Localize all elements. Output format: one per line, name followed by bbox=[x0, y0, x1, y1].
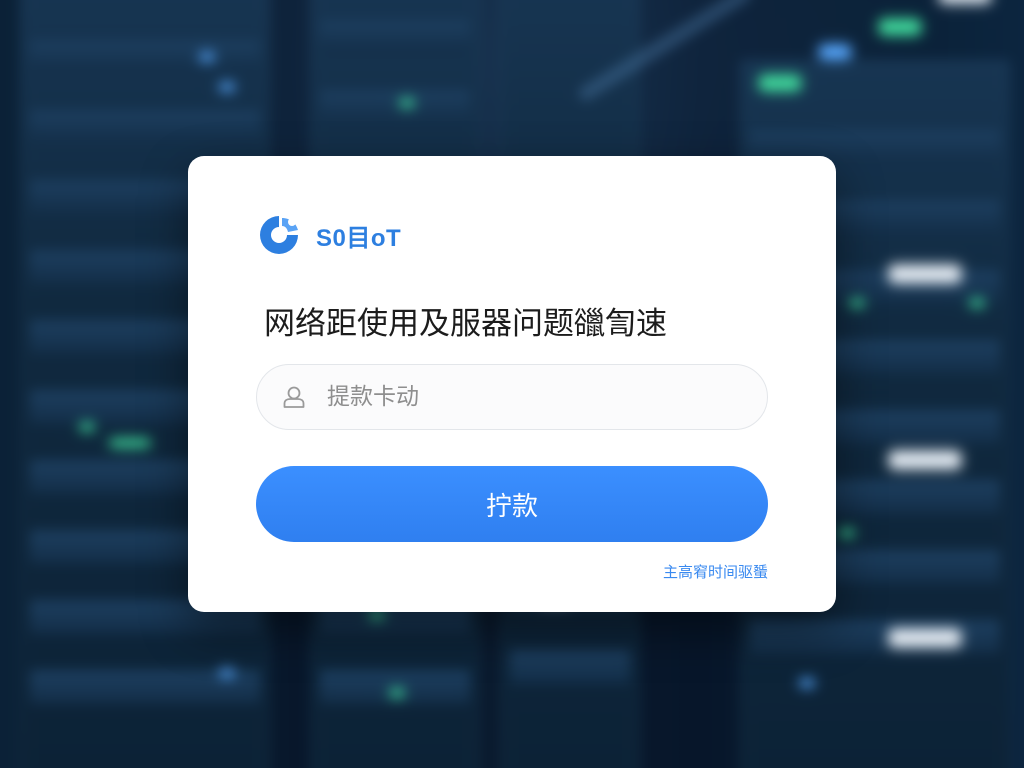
dialog-heading: 网络距使用及服器问题䜲訇速 bbox=[264, 306, 667, 342]
submit-button[interactable]: 拧款 bbox=[256, 466, 768, 542]
footer-link[interactable]: 主高䆜时间驱蜑 bbox=[663, 561, 768, 582]
account-field[interactable] bbox=[256, 364, 768, 430]
brand-name: S0目oT bbox=[316, 224, 402, 252]
brand-header: S0目oT bbox=[256, 212, 401, 258]
login-dialog: S0目oT 网络距使用及服器问题䜲訇速 拧款 主高䆜时间驱蜑 bbox=[188, 156, 836, 612]
brand-swirl-icon bbox=[260, 216, 298, 254]
user-icon bbox=[283, 386, 305, 408]
account-input[interactable] bbox=[325, 383, 749, 411]
login-screen: S0目oT 网络距使用及服器问题䜲訇速 拧款 主高䆜时间驱蜑 bbox=[0, 0, 1024, 768]
